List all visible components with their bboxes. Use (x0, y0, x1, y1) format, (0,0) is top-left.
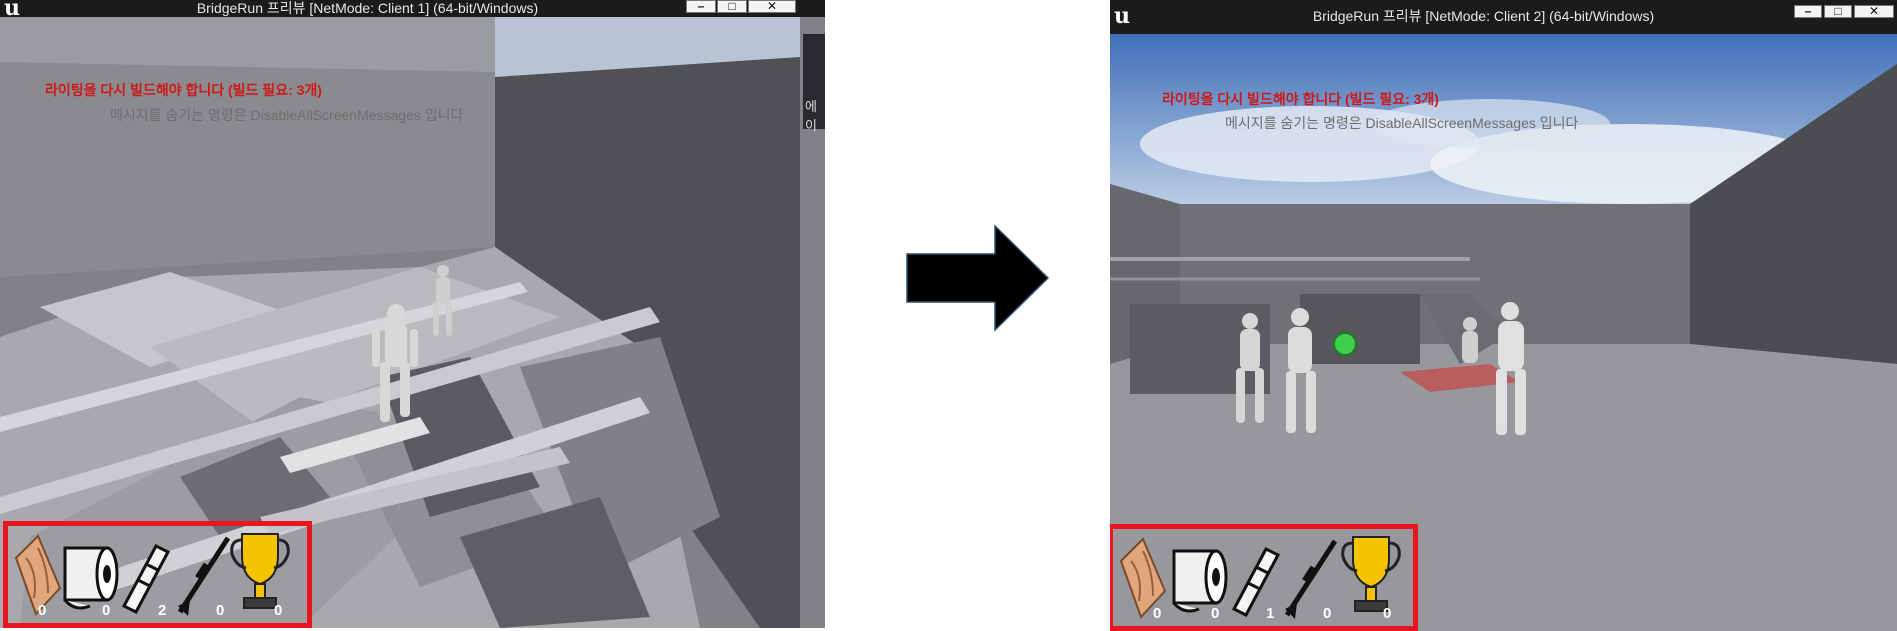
rifle-count: 0 (1323, 605, 1332, 622)
trophy-count: 0 (274, 602, 283, 619)
telescope-icon (1231, 547, 1281, 617)
hud-slot-rifle: 0 (1283, 529, 1339, 626)
close-button[interactable]: ✕ (1854, 5, 1894, 18)
inventory-hud: 0 0 1 0 0 (1110, 524, 1418, 631)
mannequin-character (1462, 317, 1478, 363)
minimize-button[interactable]: – (686, 0, 716, 13)
maximize-button[interactable]: □ (717, 0, 747, 13)
hud-slot-wood: 0 (8, 526, 64, 623)
hint-message: 메시지를 숨기는 명령은 DisableAllScreenMessages 입니… (110, 107, 464, 123)
toilet-paper-roll-icon (63, 546, 119, 610)
background-window-label: 에이 (805, 99, 817, 133)
minimize-button[interactable]: – (1794, 5, 1822, 18)
hud-slot-trophy: 0 (228, 526, 290, 623)
trophy-icon (230, 533, 290, 609)
hud-slot-paper-roll: 0 (60, 526, 119, 623)
hud-slot-paper-roll: 0 (1169, 529, 1228, 626)
close-button[interactable]: ✕ (748, 0, 796, 13)
game-window-client-1[interactable]: u BridgeRun 프리뷰 [NetMode: Client 1] (64-… (0, 0, 825, 628)
paper-roll-count: 0 (102, 602, 111, 619)
paper-roll-count: 0 (1211, 605, 1220, 622)
rifle-count: 0 (216, 602, 225, 619)
window-title: BridgeRun 프리뷰 [NetMode: Client 2] (64-bi… (1312, 8, 1655, 24)
lighting-warning-message: 라이팅을 다시 빌드해야 합니다 (빌드 필요: 3개) (1162, 91, 1439, 107)
telescope-count: 1 (1266, 605, 1275, 622)
maximize-button[interactable]: □ (1824, 5, 1852, 18)
telescope-count: 2 (158, 602, 167, 619)
inventory-hud: 0 0 2 0 0 (3, 521, 312, 628)
window-title: BridgeRun 프리뷰 [NetMode: Client 1] (64-bi… (196, 0, 539, 16)
hud-slot-rifle: 0 (176, 526, 232, 623)
green-orb-icon (1333, 332, 1357, 356)
trophy-count: 0 (1383, 605, 1392, 622)
hud-slot-wood: 0 (1113, 529, 1169, 626)
wood-count: 0 (38, 602, 47, 619)
wood-count: 0 (1153, 605, 1162, 622)
right-arrow-icon (906, 224, 1050, 332)
title-bar[interactable]: u BridgeRun 프리뷰 [NetMode: Client 1] (64-… (0, 0, 825, 19)
title-bar[interactable]: u BridgeRun 프리뷰 [NetMode: Client 2] (64-… (1110, 0, 1897, 34)
trophy-icon (1341, 536, 1401, 612)
hud-slot-telescope: 2 (118, 526, 174, 623)
hint-message: 메시지를 숨기는 명령은 DisableAllScreenMessages 입니… (1225, 115, 1579, 131)
background-window-edge: 에이 (803, 34, 825, 133)
lighting-warning-message: 라이팅을 다시 빌드해야 합니다 (빌드 필요: 3개) (45, 82, 322, 98)
hud-slot-trophy: 0 (1339, 529, 1401, 626)
game-window-client-2[interactable]: u BridgeRun 프리뷰 [NetMode: Client 2] (64-… (1110, 0, 1897, 631)
wood-plank-icon (14, 534, 62, 616)
hud-slot-telescope: 1 (1228, 529, 1284, 626)
toilet-paper-roll-icon (1172, 549, 1228, 613)
